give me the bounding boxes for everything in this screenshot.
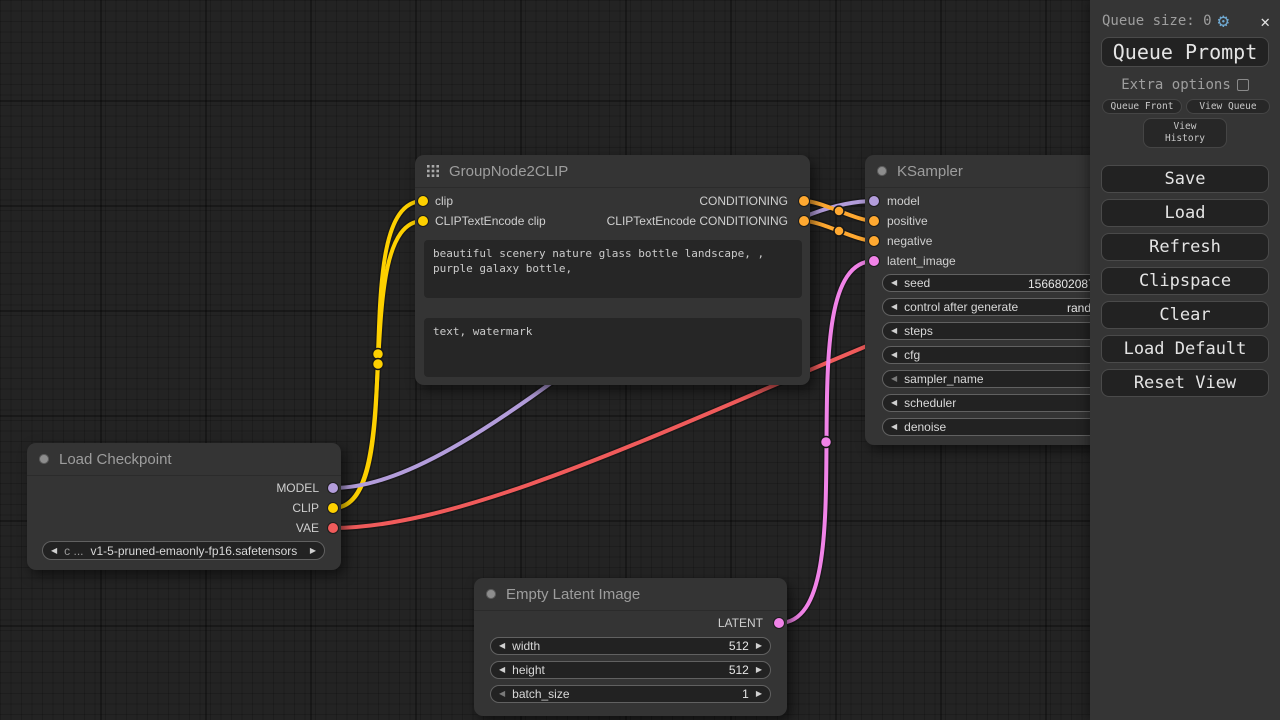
node-title: KSampler — [897, 163, 963, 180]
collapse-dot-icon[interactable] — [877, 166, 887, 176]
widget-label: seed — [904, 276, 930, 290]
reset-view-button[interactable]: Reset View — [1101, 369, 1269, 397]
decrement-icon[interactable]: ◀ — [499, 666, 505, 674]
widget-label: scheduler — [904, 396, 956, 410]
input-label-model: model — [887, 194, 920, 208]
extra-options-checkbox[interactable] — [1237, 79, 1249, 91]
view-history-line2: History — [1165, 133, 1205, 145]
node-load-checkpoint: Load Checkpoint MODEL CLIP VAE ◀ c ... v… — [27, 443, 341, 570]
decrement-icon[interactable]: ◀ — [891, 423, 897, 431]
increment-icon[interactable]: ▶ — [756, 666, 762, 674]
collapse-dot-icon[interactable] — [39, 454, 49, 464]
output-port-latent[interactable] — [774, 618, 784, 628]
widget-batch-size[interactable]: ◀ batch_size 1 ▶ — [490, 685, 771, 703]
widget-value: v1-5-pruned-emaonly-fp16.safetensors — [91, 544, 298, 558]
settings-gear-icon[interactable]: ⚙ — [1218, 12, 1229, 31]
view-history-button[interactable]: View History — [1143, 118, 1227, 148]
input-label-clip: clip — [435, 194, 453, 208]
node-graph-canvas[interactable]: GroupNode2CLIP clip CLIPTextEncode clip … — [0, 0, 1280, 720]
extra-options-label: Extra options — [1121, 77, 1231, 93]
increment-icon[interactable]: ▶ — [756, 642, 762, 650]
input-label-positive: positive — [887, 214, 928, 228]
node-empty-latent-image: Empty Latent Image LATENT ◀ width 512 ▶ … — [474, 578, 787, 716]
output-label-vae: VAE — [296, 521, 319, 535]
widget-value: 1 — [742, 687, 749, 701]
widget-value: 512 — [729, 639, 749, 653]
node-load-checkpoint-titlebar[interactable]: Load Checkpoint — [27, 443, 341, 476]
output-port-cliptextencode-conditioning[interactable] — [799, 216, 809, 226]
negative-prompt-textarea[interactable]: text, watermark — [424, 318, 802, 377]
output-label-model: MODEL — [276, 481, 319, 495]
positive-prompt-textarea[interactable]: beautiful scenery nature glass bottle la… — [424, 240, 802, 298]
clipspace-button[interactable]: Clipspace — [1101, 267, 1269, 295]
output-port-model[interactable] — [328, 483, 338, 493]
load-default-button[interactable]: Load Default — [1101, 335, 1269, 363]
node-empty-latent-titlebar[interactable]: Empty Latent Image — [474, 578, 787, 611]
output-port-vae[interactable] — [328, 523, 338, 533]
input-port-cliptextencode-clip[interactable] — [418, 216, 428, 226]
widget-label: width — [512, 639, 540, 653]
output-label-cliptextencode-conditioning: CLIPTextEncode CONDITIONING — [607, 214, 788, 228]
input-port-clip[interactable] — [418, 196, 428, 206]
next-option-icon[interactable]: ▶ — [310, 547, 316, 555]
prev-option-icon[interactable]: ◀ — [51, 547, 57, 555]
queue-size-label: Queue size: 0 — [1102, 13, 1212, 29]
output-port-conditioning[interactable] — [799, 196, 809, 206]
save-button[interactable]: Save — [1101, 165, 1269, 193]
widget-label: height — [512, 663, 545, 677]
input-port-model[interactable] — [869, 196, 879, 206]
input-label-latent-image: latent_image — [887, 254, 956, 268]
increment-icon[interactable]: ▶ — [756, 690, 762, 698]
decrement-icon[interactable]: ◀ — [499, 642, 505, 650]
view-history-line1: View — [1174, 121, 1197, 133]
node-title: Load Checkpoint — [59, 451, 172, 468]
input-port-negative[interactable] — [869, 236, 879, 246]
wire-dot-latent — [821, 437, 832, 448]
widget-label: cfg — [904, 348, 920, 362]
output-label-clip: CLIP — [292, 501, 319, 515]
output-label-conditioning: CONDITIONING — [699, 194, 788, 208]
load-button[interactable]: Load — [1101, 199, 1269, 227]
widget-label: sampler_name — [904, 372, 983, 386]
decrement-icon[interactable]: ◀ — [891, 327, 897, 335]
group-grid-icon — [427, 165, 439, 177]
queue-prompt-button[interactable]: Queue Prompt — [1101, 37, 1269, 67]
widget-height[interactable]: ◀ height 512 ▶ — [490, 661, 771, 679]
clear-button[interactable]: Clear — [1101, 301, 1269, 329]
widget-label: batch_size — [512, 687, 569, 701]
decrement-icon[interactable]: ◀ — [891, 399, 897, 407]
output-port-clip[interactable] — [328, 503, 338, 513]
comfy-menu-panel: Queue size: 0 ⚙ ✕ Queue Prompt Extra opt… — [1090, 0, 1280, 720]
widget-label: denoise — [904, 420, 946, 434]
decrement-icon[interactable]: ◀ — [891, 375, 897, 383]
wire-dot-positive — [834, 206, 844, 216]
wire-dot-clip-2 — [373, 359, 384, 370]
decrement-icon[interactable]: ◀ — [499, 690, 505, 698]
decrement-icon[interactable]: ◀ — [891, 303, 897, 311]
wire-dot-negative — [834, 226, 844, 236]
view-queue-button[interactable]: View Queue — [1186, 99, 1270, 114]
widget-label: steps — [904, 324, 933, 338]
input-label-negative: negative — [887, 234, 932, 248]
input-port-latent-image[interactable] — [869, 256, 879, 266]
output-label-latent: LATENT — [718, 616, 763, 630]
widget-label: control after generate — [904, 300, 1018, 314]
decrement-icon[interactable]: ◀ — [891, 279, 897, 287]
decrement-icon[interactable]: ◀ — [891, 351, 897, 359]
node-groupnode2clip-titlebar[interactable]: GroupNode2CLIP — [415, 155, 810, 188]
input-port-positive[interactable] — [869, 216, 879, 226]
queue-front-button[interactable]: Queue Front — [1102, 99, 1182, 114]
widget-ckpt-name[interactable]: ◀ c ... v1-5-pruned-emaonly-fp16.safeten… — [42, 541, 325, 560]
input-label-cliptextencode-clip: CLIPTextEncode clip — [435, 214, 546, 228]
widget-width[interactable]: ◀ width 512 ▶ — [490, 637, 771, 655]
widget-value: 512 — [729, 663, 749, 677]
node-title: GroupNode2CLIP — [449, 163, 568, 180]
node-groupnode2clip: GroupNode2CLIP clip CLIPTextEncode clip … — [415, 155, 810, 385]
refresh-button[interactable]: Refresh — [1101, 233, 1269, 261]
close-menu-icon[interactable]: ✕ — [1260, 12, 1270, 31]
widget-label: c ... — [64, 544, 83, 558]
node-title: Empty Latent Image — [506, 586, 640, 603]
collapse-dot-icon[interactable] — [486, 589, 496, 599]
